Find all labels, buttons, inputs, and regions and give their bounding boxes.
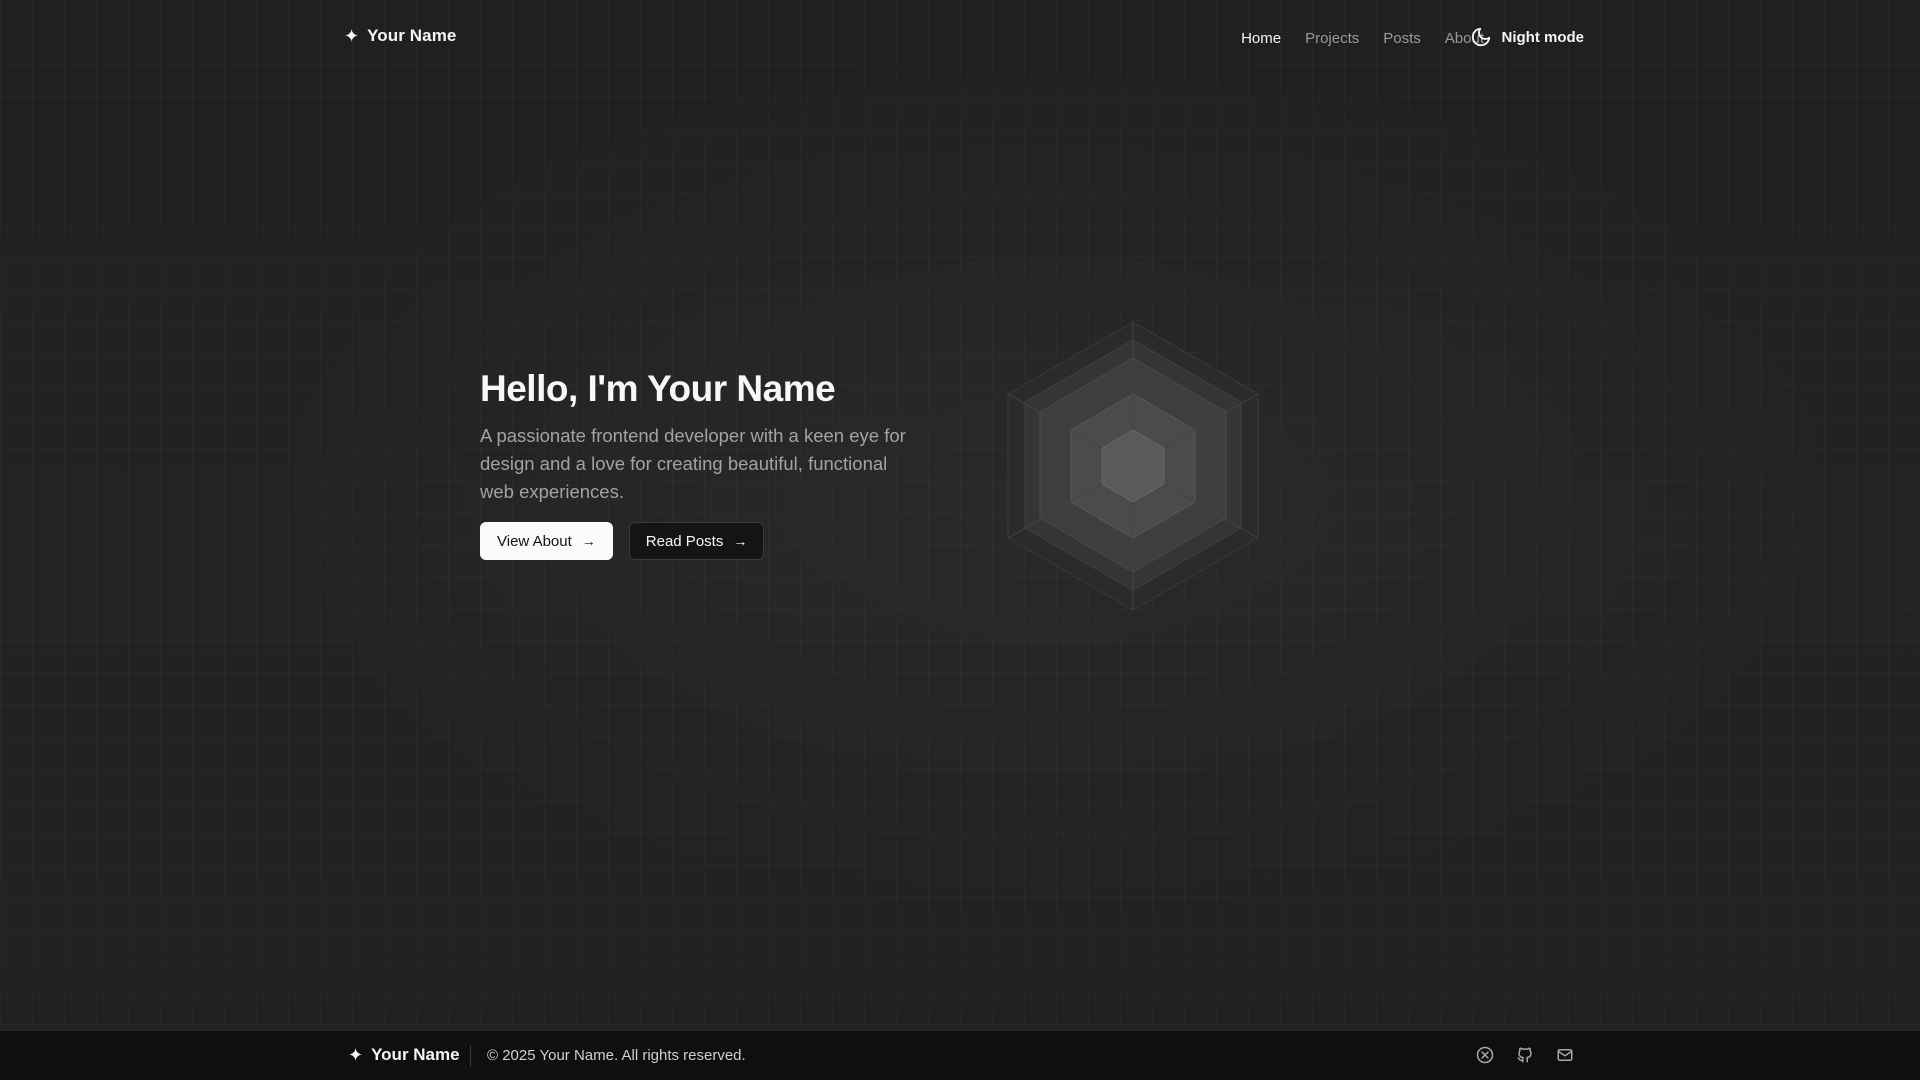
hero-subtitle: A passionate frontend developer with a k… xyxy=(480,425,906,502)
theme-toggle-button[interactable]: Night mode xyxy=(1470,26,1585,48)
theme-toggle-label: Night mode xyxy=(1501,28,1585,46)
mail-icon[interactable] xyxy=(1556,1046,1574,1064)
nav-home[interactable]: Home xyxy=(1241,27,1281,51)
nav-posts[interactable]: Posts xyxy=(1383,27,1421,51)
footer-brand-name: Your Name xyxy=(371,1045,460,1064)
nav-projects[interactable]: Projects xyxy=(1305,27,1359,51)
background-grid xyxy=(0,0,1920,1080)
copyright-text: © 2025 Your Name. All rights reserved. xyxy=(487,1047,746,1064)
view-about-label: View About xyxy=(497,532,572,550)
main-nav: Home Projects Posts About xyxy=(1241,27,1484,51)
footer-brand-link[interactable]: ✦ Your Name xyxy=(348,1045,460,1065)
hexagon-graphic xyxy=(1000,318,1266,612)
view-about-button[interactable]: View About → xyxy=(480,522,613,560)
site-header: ✦ Your Name Home Projects Posts About Ni… xyxy=(0,0,1920,78)
sparkle-icon: ✦ xyxy=(344,26,360,46)
x-icon[interactable] xyxy=(1476,1046,1494,1064)
hero-title: Hello, I'm Your Name xyxy=(480,368,836,409)
arrow-right-icon: → xyxy=(733,533,748,549)
sparkle-icon: ✦ xyxy=(348,1045,364,1065)
moon-icon xyxy=(1470,26,1492,48)
footer-divider xyxy=(470,1045,471,1067)
brand-name: Your Name xyxy=(367,26,457,45)
hero-section: Hello, I'm Your Name A passionate fronte… xyxy=(480,366,920,560)
hero-actions: View About → Read Posts → xyxy=(480,522,920,560)
github-icon[interactable] xyxy=(1516,1046,1534,1064)
read-posts-button[interactable]: Read Posts → xyxy=(628,522,765,560)
brand-link[interactable]: ✦ Your Name xyxy=(344,26,456,46)
read-posts-label: Read Posts xyxy=(645,532,724,550)
social-links xyxy=(1476,1046,1574,1064)
page: ✦ Your Name Home Projects Posts About Ni… xyxy=(0,0,1920,1080)
site-footer: ✦ Your Name © 2025 Your Name. All rights… xyxy=(0,1030,1920,1080)
arrow-right-icon: → xyxy=(581,533,596,549)
